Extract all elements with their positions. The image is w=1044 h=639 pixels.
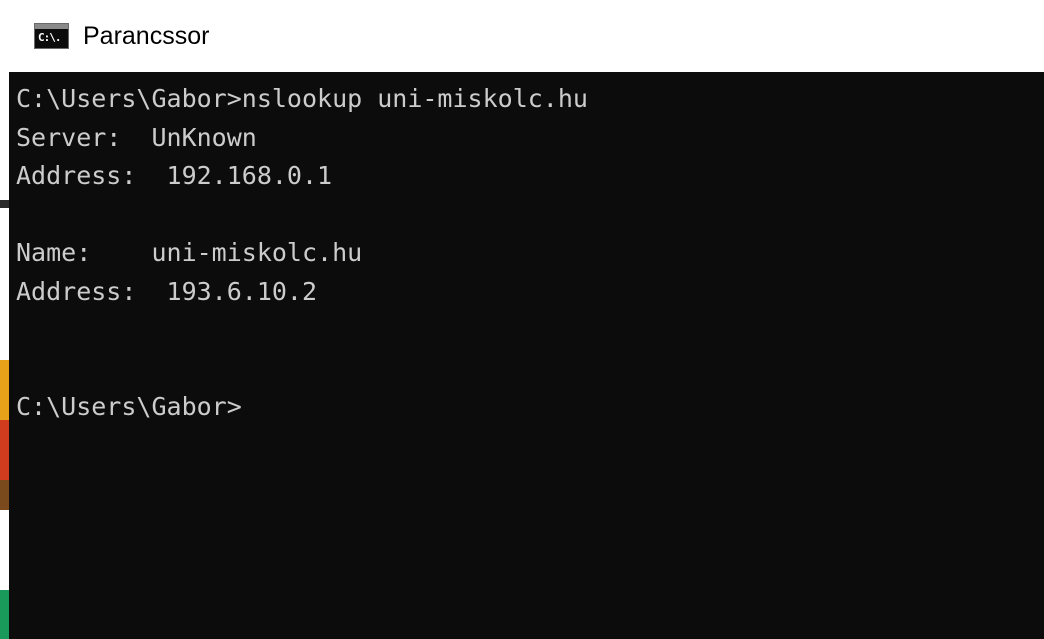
console-lines: C:\Users\Gabor>nslookup uni-miskolc.hu S… [16,80,588,427]
title-bar[interactable]: C:\. Parancssor [9,0,1044,72]
window-title: Parancssor [83,21,210,50]
console-line: Server: UnKnown [16,122,257,152]
desktop-background-strip [0,0,9,639]
console-prompt-line: C:\Users\Gabor> [16,392,242,421]
command-prompt-window: C:\. Parancssor C:\Users\Gabor>nslookup … [0,0,1044,639]
console-line: Address: 193.6.10.2 [16,276,318,306]
console-line: Address: 192.168.0.1 [16,161,333,190]
cmd-icon: C:\. [34,23,69,49]
console-output-area[interactable]: C:\Users\Gabor>nslookup uni-miskolc.hu S… [9,72,1044,639]
console-line: C:\Users\Gabor>nslookup uni-miskolc.hu [16,84,588,113]
cmd-icon-glyph: C:\. [38,31,61,44]
console-line: Name: uni-miskolc.hu [16,238,363,267]
